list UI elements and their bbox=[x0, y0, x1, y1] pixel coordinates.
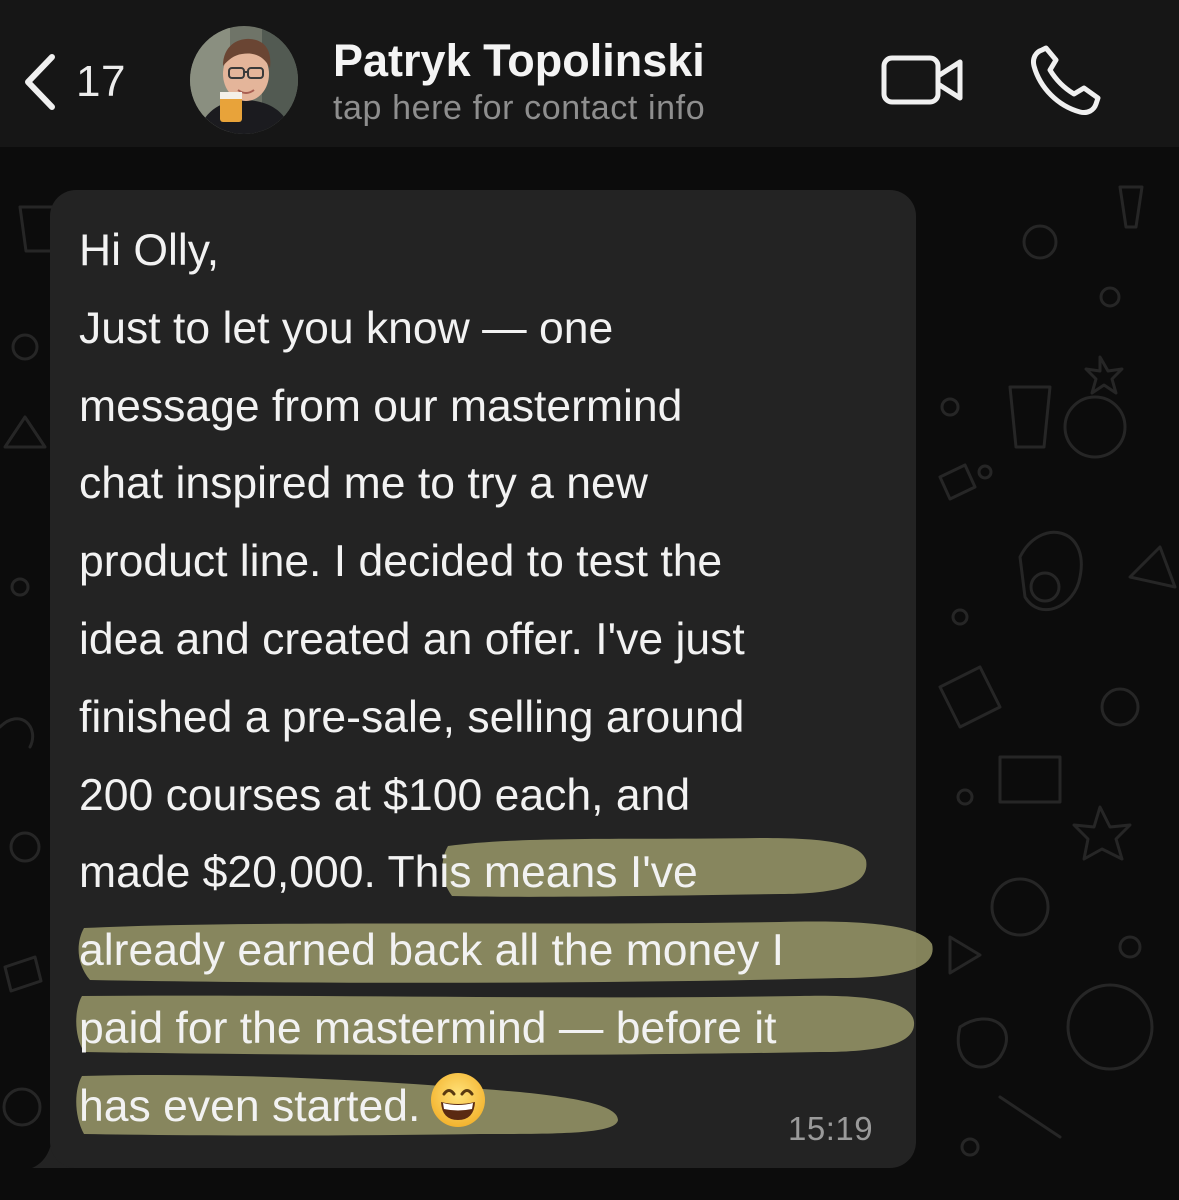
message-body: Just to let you know — one message from … bbox=[79, 303, 745, 898]
chat-screen: 17 Patryk Topolinski tap here for contac… bbox=[0, 0, 1179, 1200]
chevron-left-icon bbox=[25, 54, 55, 110]
avatar[interactable] bbox=[190, 26, 298, 134]
contact-info-button[interactable]: Patryk Topolinski tap here for contact i… bbox=[333, 34, 705, 128]
contact-subtitle: tap here for contact info bbox=[333, 89, 706, 127]
message-text: Hi Olly, Just to let you know — one mess… bbox=[79, 212, 879, 1146]
back-button[interactable]: 17 bbox=[22, 52, 152, 112]
contact-photo bbox=[190, 26, 298, 134]
grinning-face-emoji bbox=[431, 1072, 486, 1127]
video-call-button[interactable] bbox=[880, 48, 966, 112]
video-camera-icon bbox=[881, 55, 963, 105]
contact-name: Patryk Topolinski bbox=[333, 35, 705, 86]
message-greeting: Hi Olly, bbox=[79, 226, 220, 275]
phone-icon bbox=[1031, 45, 1101, 115]
voice-call-button[interactable] bbox=[1028, 44, 1104, 116]
unread-count: 17 bbox=[76, 57, 126, 106]
chat-header: 17 Patryk Topolinski tap here for contac… bbox=[0, 0, 1179, 147]
message-timestamp: 15:19 bbox=[788, 1110, 874, 1147]
